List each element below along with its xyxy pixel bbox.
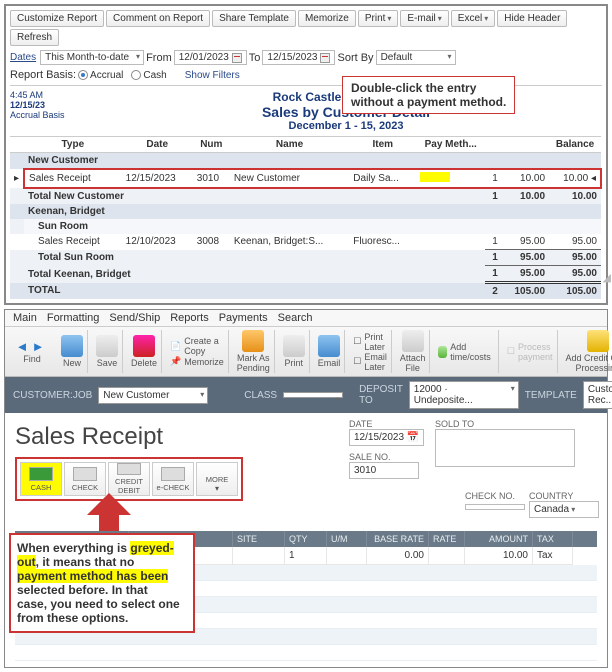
share-template-button[interactable]: Share Template [212,10,296,27]
sortby-label: Sort By [337,52,373,64]
deposit-to-select[interactable]: 12000 · Undeposite... [409,381,519,409]
date-label: DATE [349,419,431,429]
report-time: 4:45 AM [10,90,90,100]
line-item-row[interactable] [15,645,597,661]
soldto-label: SOLD TO [435,419,585,429]
refresh-button[interactable]: Refresh [10,29,59,46]
template-select[interactable]: Custom Sales Rec... [583,381,612,409]
to-label: To [249,52,261,64]
print-button[interactable]: Print [358,10,399,27]
show-filters-link[interactable]: Show Filters [185,70,240,81]
checkno-input[interactable] [465,504,525,510]
report-basis-note: Accrual Basis [10,110,90,120]
form-body: Sales Receipt CASH CHECK CREDIT DEBIT e-… [5,413,607,667]
credit-card-icon[interactable] [587,330,609,352]
checkno-label: CHECK NO. [465,491,525,501]
class-select[interactable] [283,392,343,398]
memorize-button[interactable]: Memorize [298,10,356,27]
date-range-select[interactable]: This Month-to-date [40,50,144,65]
soldto-input[interactable] [435,429,575,467]
report-range: December 1 - 15, 2023 [90,120,602,132]
class-label: CLASS [244,390,277,401]
sales-receipt-row-2[interactable]: Sales Receipt 12/10/2023 3008 Keenan, Br… [10,234,601,250]
total-sunroom: Total Sun Room [24,250,416,266]
tab-search[interactable]: Search [278,312,313,324]
email-icon[interactable] [318,335,340,357]
comment-report-button[interactable]: Comment on Report [106,10,210,27]
date-input[interactable]: 12/15/2023 📅 [349,429,424,446]
create-copy-button[interactable]: 📄 Create a Copy [170,336,224,356]
customize-report-button[interactable]: Customize Report [10,10,104,27]
hide-header-button[interactable]: Hide Header [497,10,567,27]
sales-receipt-window: Main Formatting Send/Ship Reports Paymen… [4,309,608,668]
find-button[interactable]: Find [23,354,41,364]
instruction-callout: Double-click the entry without a payment… [342,76,515,114]
section-keenan: Keenan, Bridget [24,204,601,219]
payment-echeck-button[interactable]: e-CHECK [152,462,194,496]
sales-receipt-row[interactable]: ▸ Sales Receipt 12/15/2023 3010 New Cust… [10,169,601,188]
total-new-customer: Total New Customer [24,188,416,204]
tab-main[interactable]: Main [13,312,37,324]
accrual-radio[interactable]: Accrual [78,70,123,81]
tab-reports[interactable]: Reports [170,312,209,324]
email-later-check[interactable]: ☐ Email Later [353,352,387,372]
deposit-to-label: DEPOSIT TO [359,384,403,406]
process-payment-check[interactable]: ☐ Process payment [507,342,553,362]
to-date-input[interactable]: 12/15/2023 [262,50,335,65]
from-label: From [146,52,172,64]
attach-icon[interactable] [402,330,424,352]
section-new-customer: New Customer [24,153,601,170]
prev-arrow-icon[interactable]: ◄ [15,340,29,354]
print-icon[interactable] [283,335,305,357]
report-toolbar: Customize Report Comment on Report Share… [10,10,602,46]
report-asof: 12/15/23 [10,100,90,110]
form-fields: DATE 12/15/2023 📅 SOLD TO SALE NO. 3010 … [349,419,599,518]
email-button[interactable]: E-mail [400,10,448,27]
report-window: Customize Report Comment on Report Share… [4,4,608,305]
section-sunroom: Sun Room [24,219,601,234]
form-ribbon: ◄ ► Find New Save Delete 📄 Create a Copy… [5,327,607,377]
tab-sendship[interactable]: Send/Ship [109,312,160,324]
grand-total: TOTAL [24,283,416,300]
report-basis-label: Report Basis: [10,69,76,81]
next-arrow-icon[interactable]: ► [31,340,45,354]
grid-header: Type Date Num Name Item Pay Meth... Bala… [10,137,601,153]
payment-more-button[interactable]: MORE [196,462,238,496]
print-later-check[interactable]: ☐ Print Later [353,332,387,352]
dates-label: Dates [10,52,36,63]
delete-icon[interactable] [133,335,155,357]
add-time-costs-button[interactable]: Add time/costs [438,342,494,362]
excel-button[interactable]: Excel [451,10,495,27]
country-select[interactable]: Canada [529,501,599,518]
saleno-input[interactable]: 3010 [349,462,419,479]
tab-formatting[interactable]: Formatting [47,312,100,324]
explanation-callout: When everything is greyed- out, it means… [9,533,195,633]
resize-grip-icon[interactable]: ◢ [603,271,611,284]
calendar-icon[interactable] [320,53,330,63]
customer-job-label: CUSTOMER:JOB [13,390,92,401]
country-label: COUNTRY [529,491,599,501]
mark-pending-icon[interactable] [242,330,264,352]
total-keenan: Total Keenan, Bridget [24,266,416,283]
form-menubar: Main Formatting Send/Ship Reports Paymen… [5,310,607,327]
cash-radio[interactable]: Cash [131,70,166,81]
payment-cash-button[interactable]: CASH [20,462,62,496]
calendar-icon[interactable] [232,53,242,63]
from-date-input[interactable]: 12/01/2023 [174,50,247,65]
form-header-bar: CUSTOMER:JOB New Customer CLASS DEPOSIT … [5,377,607,413]
payment-check-button[interactable]: CHECK [64,462,106,496]
report-grid: Type Date Num Name Item Pay Meth... Bala… [10,136,602,299]
customer-job-select[interactable]: New Customer [98,387,208,404]
new-icon[interactable] [61,335,83,357]
save-icon[interactable] [96,335,118,357]
payment-credit-button[interactable]: CREDIT DEBIT [108,462,150,496]
sortby-select[interactable]: Default [376,50,456,65]
memorize-button[interactable]: 📌 Memorize [170,356,224,367]
template-label: TEMPLATE [525,390,577,401]
tab-payments[interactable]: Payments [219,312,268,324]
report-date-toolbar: Dates This Month-to-date From 12/01/2023… [10,50,602,65]
saleno-label: SALE NO. [349,452,431,462]
